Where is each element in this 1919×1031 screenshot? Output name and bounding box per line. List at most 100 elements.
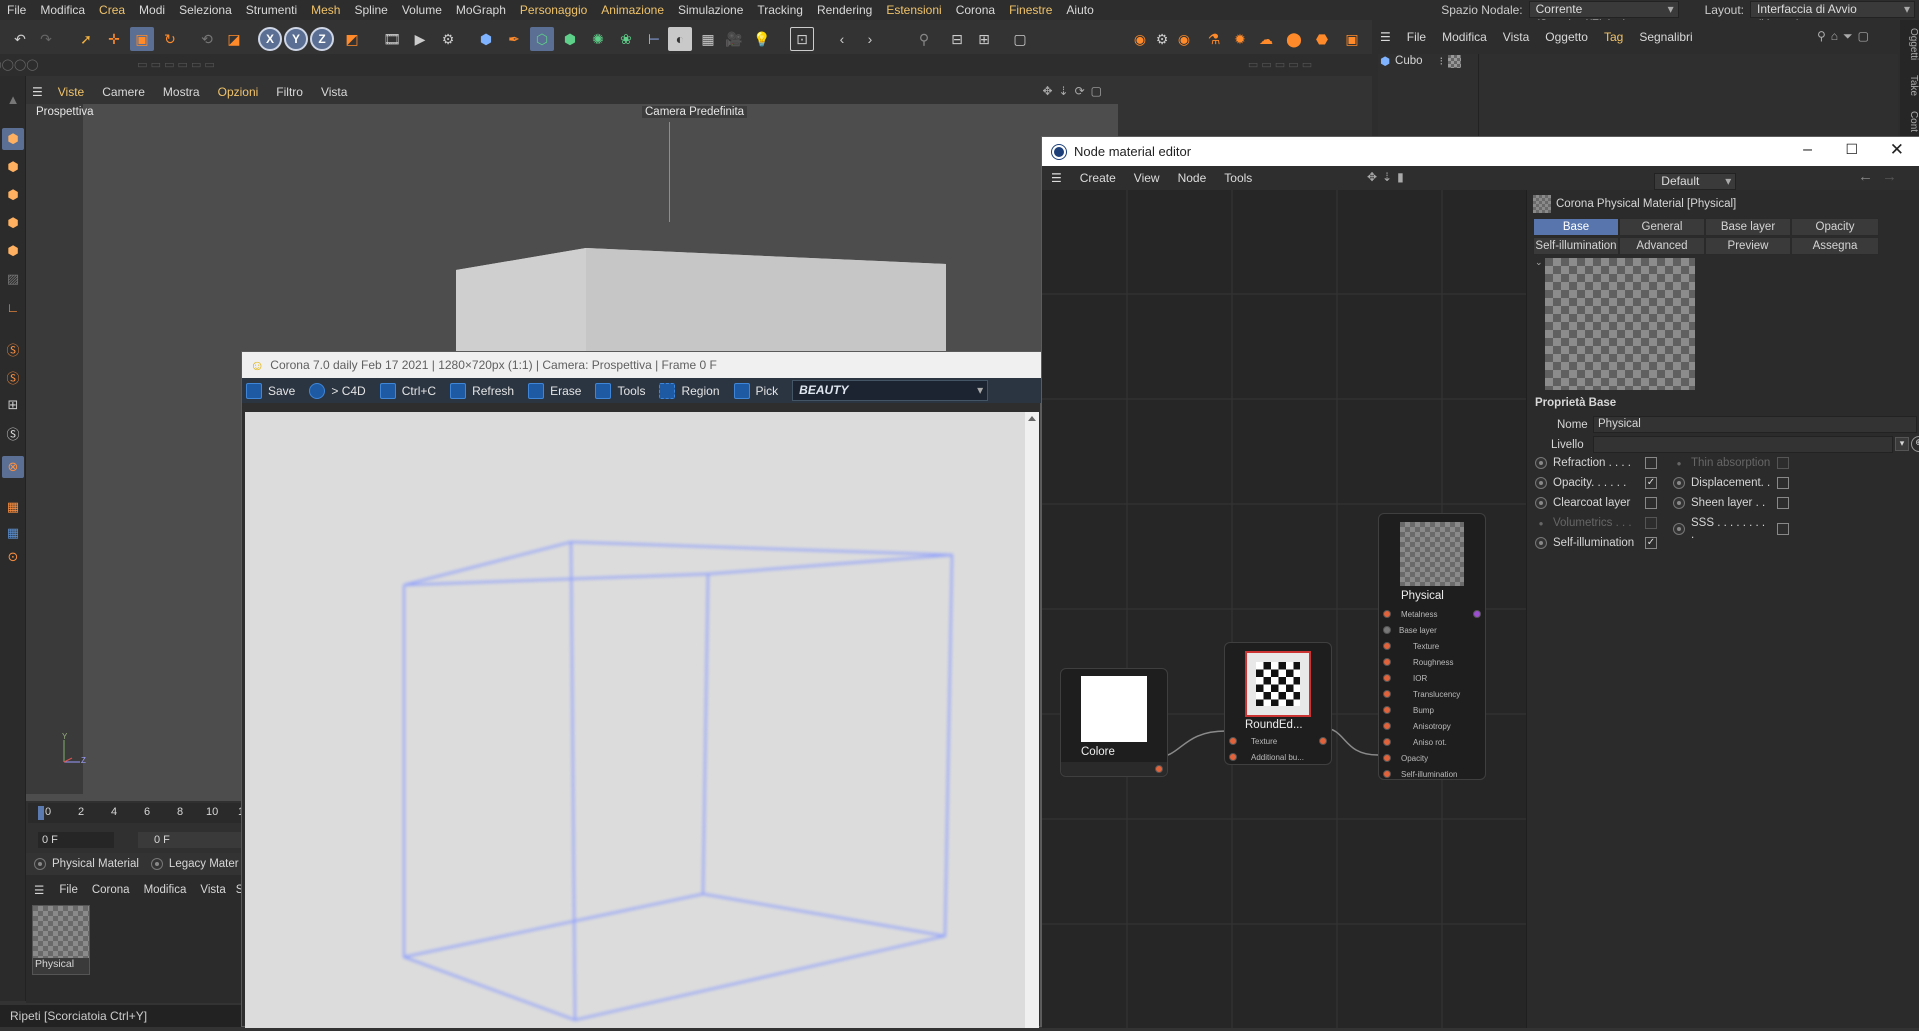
menu-mograph[interactable]: MoGraph — [449, 3, 513, 17]
forward-arrow-icon[interactable]: → — [1882, 168, 1897, 185]
anim-key-icon[interactable] — [1535, 457, 1547, 469]
render-settings-icon[interactable]: ⚙ — [436, 27, 460, 51]
cube-icon[interactable]: ⬢ — [474, 27, 498, 51]
physical-output-port[interactable] — [1473, 610, 1481, 618]
prop-clearcoat[interactable]: Clearcoat layer — [1535, 497, 1657, 509]
port-metalness[interactable] — [1383, 610, 1391, 618]
render-canvas[interactable] — [245, 412, 1025, 1028]
move-tool-icon[interactable]: ✛ — [102, 27, 126, 51]
material-tag-icon[interactable] — [1448, 54, 1462, 68]
uv-mode-icon[interactable]: ▨ — [2, 268, 24, 290]
make-editable-icon[interactable]: ▲ — [2, 88, 24, 110]
node-editor-title-bar[interactable]: Node material editor – ☐ ✕ — [1042, 137, 1919, 166]
workplane-icon[interactable]: ⊟ — [945, 27, 969, 51]
scale-tool-icon[interactable]: ▣ — [130, 27, 154, 51]
node-graph[interactable]: Colore RoundEd... Texture Additional bu.… — [1042, 190, 1526, 1028]
snap-icon[interactable]: ⚲ — [912, 27, 936, 51]
menu-modi[interactable]: Modi — [132, 3, 172, 17]
snap-tools-icon[interactable]: ▭ ▭ ▭ ▭ ▭ ▭ — [96, 52, 256, 76]
polygon-mode-icon[interactable]: ⬢ — [2, 240, 24, 262]
color-output-port[interactable] — [1155, 765, 1163, 773]
texture-mode-icon[interactable]: ⬢ — [2, 156, 24, 178]
clearcoat-checkbox[interactable] — [1645, 497, 1657, 509]
port-anisotropy[interactable] — [1383, 722, 1391, 730]
prop-displacement[interactable]: Displacement. . — [1673, 477, 1789, 489]
node-physical[interactable]: Physical Metalness Base layer Texture Ro… — [1378, 513, 1486, 780]
menu-mesh[interactable]: Mesh — [304, 3, 347, 17]
pen-icon[interactable]: ✒ — [502, 27, 526, 51]
menu-seleziona[interactable]: Seleziona — [172, 3, 239, 17]
corona-proxy-icon[interactable]: ⬣ — [1310, 27, 1334, 51]
deformer-icon[interactable]: ⊢ — [642, 27, 666, 51]
coordinate-system-icon[interactable]: ◩ — [340, 27, 364, 51]
anim-key-icon[interactable] — [1673, 523, 1685, 535]
tab-preview[interactable]: Preview — [1705, 237, 1791, 255]
corona-vfb-icon[interactable]: ▣ — [1340, 27, 1364, 51]
additional-bump-port[interactable] — [1229, 753, 1237, 761]
texture-input-port[interactable] — [1229, 737, 1237, 745]
object-menu-file[interactable]: File — [1399, 30, 1434, 44]
tab-base-layer[interactable]: Base layer — [1705, 218, 1791, 236]
corona-sky-icon[interactable]: ☁ — [1254, 27, 1278, 51]
pick-button[interactable]: Pick — [730, 378, 789, 403]
corona-ipr-icon[interactable]: ◉ — [1172, 27, 1196, 51]
hierarchy-icon[interactable]: ⊞ — [2, 394, 24, 416]
collapse-preview-icon[interactable]: ⌄ — [1535, 257, 1543, 268]
object-manager-tools-icon[interactable]: ⚲⌂⏷▢ — [1817, 29, 1874, 44]
visibility-icon[interactable]: ⁝ — [1440, 54, 1444, 68]
edge-mode-icon[interactable]: ⬢ — [2, 212, 24, 234]
model-mode-icon[interactable]: ⬢ — [2, 128, 24, 150]
viewport-menu-opzioni[interactable]: Opzioni — [209, 85, 268, 99]
tab-legacy-material[interactable]: Legacy Mater — [169, 858, 239, 870]
save-button[interactable]: Save — [242, 378, 305, 403]
refraction-checkbox[interactable] — [1645, 457, 1657, 469]
render-scrollbar[interactable] — [1025, 412, 1039, 1028]
end-frame-field[interactable]: 0 F — [138, 832, 242, 848]
displacement-checkbox[interactable] — [1777, 477, 1789, 489]
timeline-playhead[interactable] — [38, 806, 44, 820]
port-bump[interactable] — [1383, 706, 1391, 714]
menu-strumenti[interactable]: Strumenti — [239, 3, 304, 17]
maximize-icon[interactable]: ☐ — [1845, 141, 1858, 158]
port-aniso-rot[interactable] — [1383, 738, 1391, 746]
menu-spline[interactable]: Spline — [347, 3, 394, 17]
nav-back-icon[interactable]: ‹ — [830, 27, 854, 51]
region-button[interactable]: Region — [655, 378, 729, 403]
refresh-button[interactable]: Refresh — [446, 378, 524, 403]
floor-icon[interactable]: ▦ — [696, 27, 720, 51]
menu-corona[interactable]: Corona — [949, 3, 1002, 17]
viewport-menu-filtro[interactable]: Filtro — [267, 85, 312, 99]
subdivision-icon[interactable]: ⬡ — [530, 27, 554, 51]
node-menu-view[interactable]: View — [1125, 171, 1169, 185]
object-menu-icon[interactable]: ☰ — [1372, 30, 1399, 44]
prop-opacity[interactable]: Opacity. . . . . . ✓ — [1535, 477, 1657, 489]
side-tab-take[interactable]: Take — [1908, 75, 1919, 96]
object-menu-vista[interactable]: Vista — [1495, 30, 1537, 44]
menu-aiuto[interactable]: Aiuto — [1059, 3, 1100, 17]
viewport-menu-camere[interactable]: Camere — [93, 85, 154, 99]
level-picker-icon[interactable]: ⊕ — [1911, 436, 1919, 452]
level-dropdown-icon[interactable]: ▾ — [1895, 437, 1909, 451]
menu-tracking[interactable]: Tracking — [750, 3, 810, 17]
round-edges-output-port[interactable] — [1319, 737, 1327, 745]
object-menu-modifica[interactable]: Modifica — [1434, 30, 1495, 44]
menu-personaggio[interactable]: Personaggio — [513, 3, 594, 17]
object-mode-icon[interactable]: ◪ — [222, 27, 246, 51]
corona-lightmix-icon[interactable]: ⚗ — [1202, 27, 1226, 51]
tab-self-illumination[interactable]: Self-illumination — [1533, 237, 1619, 255]
material-menu-corona[interactable]: Corona — [85, 884, 137, 896]
port-texture[interactable] — [1383, 642, 1391, 650]
anim-key-icon[interactable] — [1673, 497, 1685, 509]
z-axis-lock-icon[interactable]: Z — [310, 27, 334, 51]
object-menu-segnalibri[interactable]: Segnalibri — [1631, 30, 1700, 44]
tools-button[interactable]: Tools — [591, 378, 655, 403]
menu-rendering[interactable]: Rendering — [810, 3, 879, 17]
point-mode-icon[interactable]: ⬢ — [2, 184, 24, 206]
menu-finestre[interactable]: Finestre — [1002, 3, 1059, 17]
corona-settings-icon[interactable]: ⚙ — [1150, 27, 1174, 51]
tab-physical-material[interactable]: Physical Material — [52, 858, 139, 870]
node-editor-menu-icon[interactable]: ☰ — [1042, 171, 1071, 185]
copy-button[interactable]: Ctrl+C — [376, 378, 446, 403]
object-row-cubo[interactable]: ⬢ Cubo ⁝ — [1380, 54, 1462, 68]
material-menu-modifica[interactable]: Modifica — [137, 884, 194, 896]
